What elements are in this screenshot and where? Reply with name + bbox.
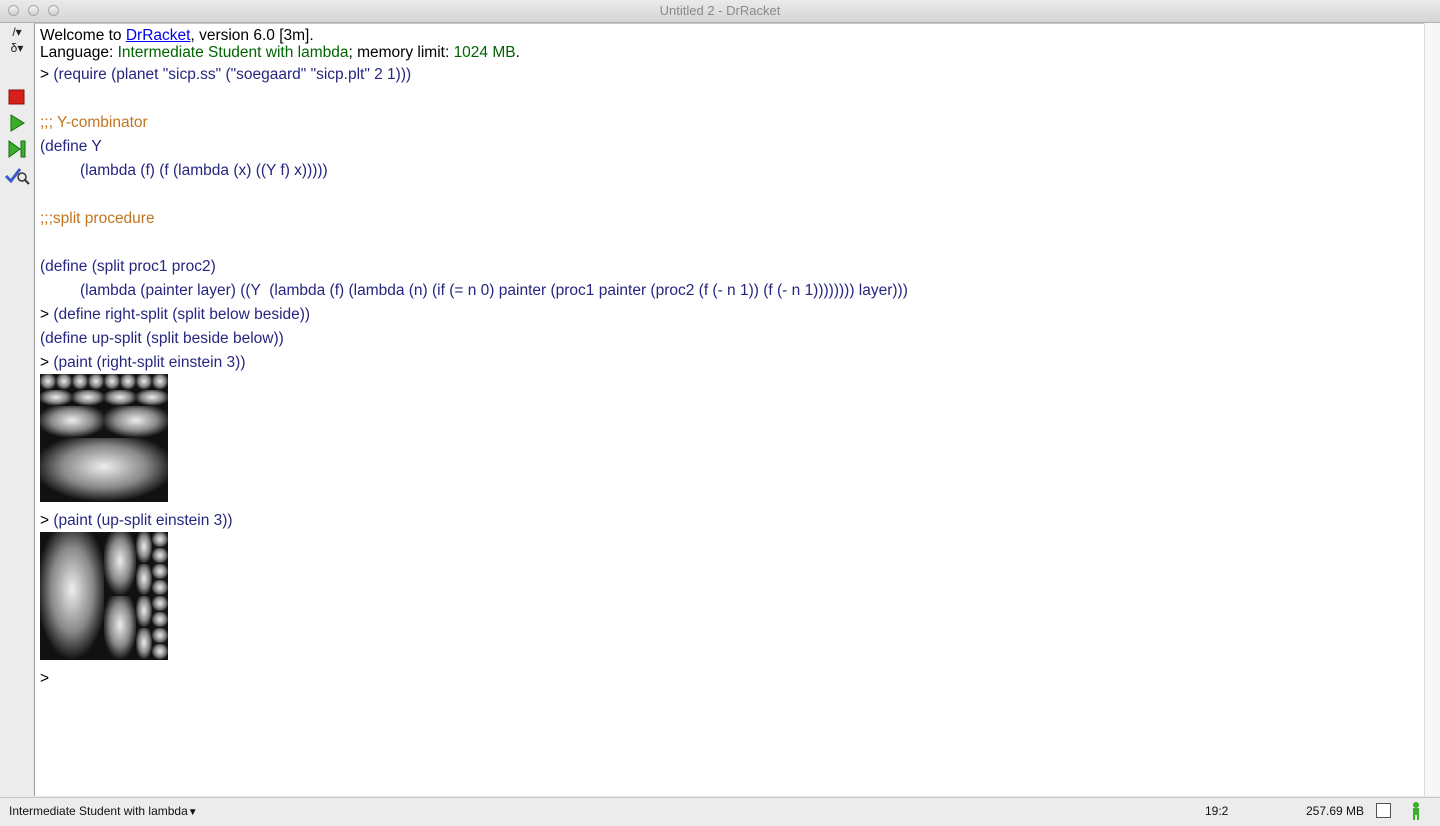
repl-input-line: > (require (planet "sicp.ss" ("soegaard"… <box>40 66 411 84</box>
welcome-suffix: , version 6.0 [3m]. <box>190 27 314 44</box>
repl-input-line: > (paint (right-split einstein 3)) <box>40 354 245 372</box>
code-line: (lambda (painter layer) ((Y (lambda (f) … <box>80 282 908 299</box>
language-label: Language: <box>40 44 118 61</box>
check-syntax-icon <box>4 168 30 185</box>
code-line: (define (split proc1 proc2) <box>40 258 216 275</box>
check-syntax-button[interactable] <box>0 164 34 186</box>
lambda-menu-button[interactable]: δ▾ <box>0 41 34 63</box>
repl-prompt: > <box>40 306 50 323</box>
repl-prompt: > <box>40 512 50 529</box>
stop-icon <box>8 89 25 105</box>
run-icon <box>10 114 25 132</box>
repl-input-line: > (define right-split (split below besid… <box>40 306 310 324</box>
interactions-pane[interactable] <box>34 23 1424 796</box>
up-split-einstein-image <box>40 532 168 660</box>
language-value: Intermediate Student with lambda <box>117 44 349 61</box>
step-icon <box>8 140 26 158</box>
code-require: (require (planet "sicp.ss" ("soegaard" "… <box>53 66 412 83</box>
memory-usage: 257.69 MB <box>1306 804 1365 818</box>
code-line: (paint (up-split einstein 3)) <box>53 512 233 529</box>
einstein-painting-icon <box>40 374 168 502</box>
comment-line: ;;;split procedure <box>40 210 155 227</box>
status-bar: Intermediate Student with lambda▼ 19:2 2… <box>0 797 1440 823</box>
repl-input-line: > (paint (up-split einstein 3)) <box>40 512 233 530</box>
gc-indicator <box>1376 803 1391 818</box>
cursor-position: 19:2 <box>1205 804 1229 818</box>
chevron-down-icon: ▼ <box>187 807 198 818</box>
memory-limit-value: 1024 MB <box>453 44 516 61</box>
window-title: Untitled 2 - DrRacket <box>659 3 781 18</box>
memory-label: ; memory limit: <box>348 44 454 61</box>
repl-prompt: > <box>40 66 50 83</box>
repl-prompt[interactable]: > <box>40 670 49 688</box>
stop-button[interactable] <box>0 86 34 108</box>
welcome-line: Welcome to DrRacket, version 6.0 [3m]. <box>40 27 314 45</box>
vertical-scrollbar[interactable] <box>1424 23 1440 796</box>
welcome-prefix: Welcome to <box>40 27 126 44</box>
running-man-icon[interactable] <box>1408 801 1424 826</box>
drracket-link[interactable]: DrRacket <box>126 27 191 44</box>
language-selector-label: Intermediate Student with lambda <box>9 804 188 818</box>
memory-end: . <box>515 44 520 61</box>
comment-line: ;;; Y-combinator <box>40 114 148 131</box>
side-toolbar: /▾ δ▾ <box>0 23 34 797</box>
code-line: (lambda (f) (f (lambda (x) ((Y f) x))))) <box>80 162 328 179</box>
code-line: (define Y <box>40 138 102 155</box>
step-button[interactable] <box>0 138 34 160</box>
language-selector[interactable]: Intermediate Student with lambda▼ <box>9 804 198 818</box>
code-line: (paint (right-split einstein 3)) <box>53 354 246 371</box>
code-line: (define up-split (split beside below)) <box>40 330 284 347</box>
code-line: (define right-split (split below beside)… <box>53 306 311 323</box>
language-line: Language: Intermediate Student with lamb… <box>40 44 520 62</box>
running-man-icon-graphic <box>1413 802 1419 820</box>
repl-prompt: > <box>40 354 50 371</box>
title-bar: Untitled 2 - DrRacket <box>0 0 1440 23</box>
run-button[interactable] <box>0 112 34 134</box>
einstein-painting-icon <box>40 532 168 660</box>
right-split-einstein-image <box>40 374 168 502</box>
